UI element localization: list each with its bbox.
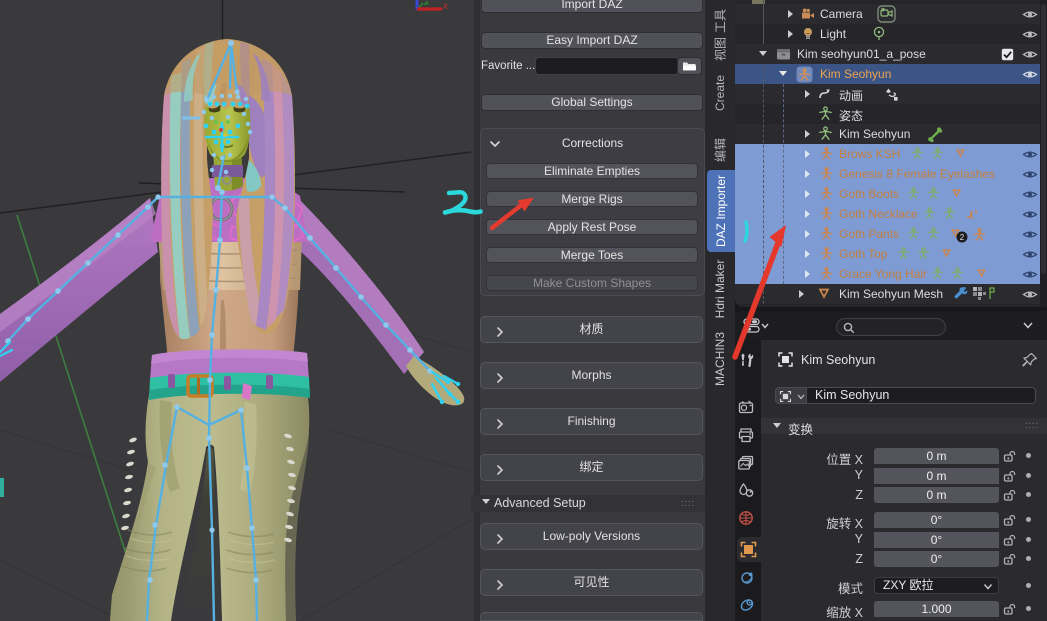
- svg-text:2: 2: [960, 233, 965, 242]
- svg-text:x: x: [443, 1, 448, 12]
